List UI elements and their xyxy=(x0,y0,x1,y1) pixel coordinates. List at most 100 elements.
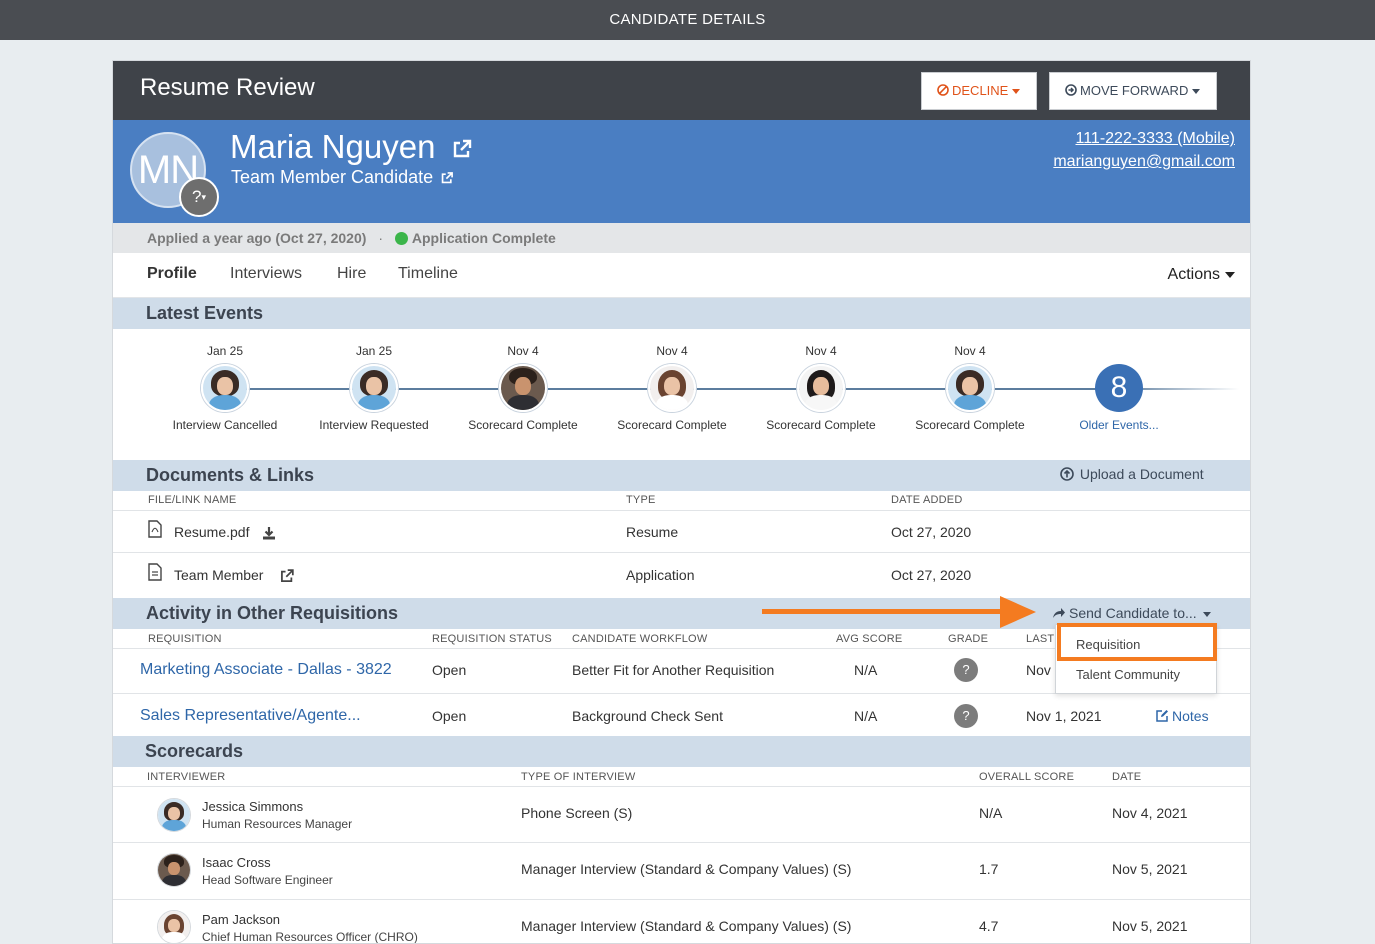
interviewer-name: Isaac Cross xyxy=(202,855,271,870)
external-link-icon[interactable] xyxy=(279,568,295,584)
col-overall-score: OVERALL SCORE xyxy=(979,771,1075,783)
candidate-phone-link[interactable]: 111-222-3333 (Mobile) xyxy=(1076,130,1236,148)
last-activity: Nov 1, 2021 xyxy=(1026,708,1102,724)
decline-button[interactable]: DECLINE xyxy=(921,72,1037,110)
caret-down-icon xyxy=(1225,271,1235,278)
col-date-added: DATE ADDED xyxy=(891,494,963,506)
divider xyxy=(113,510,1250,511)
requisition-link[interactable]: Sales Representative/Agente... xyxy=(140,707,361,725)
older-events-button[interactable]: 8 Older Events... xyxy=(1049,344,1189,432)
grade-badge: ? xyxy=(954,658,978,682)
older-events-count: 8 xyxy=(1095,364,1143,412)
divider xyxy=(113,842,1250,843)
event-date: Jan 25 xyxy=(206,344,244,358)
send-candidate-label: Send Candidate to... xyxy=(1069,605,1197,621)
tab-profile[interactable]: Profile xyxy=(147,265,197,283)
external-link-icon[interactable] xyxy=(451,138,473,160)
overall-score: 1.7 xyxy=(979,861,999,877)
scorecard-date: Nov 5, 2021 xyxy=(1112,918,1188,934)
annotation-arrow-head xyxy=(1000,596,1036,628)
timeline-event[interactable]: Nov 4 Scorecard Complete xyxy=(751,344,891,432)
page-title: CANDIDATE DETAILS xyxy=(609,11,766,28)
profile-tabs: Profile Interviews Hire Timeline Actions xyxy=(113,253,1250,298)
tab-hire[interactable]: Hire xyxy=(337,265,366,283)
upload-circle-icon xyxy=(1060,467,1074,481)
col-avg-score: AVG SCORE xyxy=(836,633,903,645)
chevron-down-icon xyxy=(1202,611,1211,617)
file-type: Resume xyxy=(626,524,679,540)
external-link-icon[interactable] xyxy=(440,171,454,185)
tab-timeline[interactable]: Timeline xyxy=(398,265,458,283)
col-type: TYPE xyxy=(626,494,656,506)
col-grade: GRADE xyxy=(948,633,989,645)
stage-title: Resume Review xyxy=(140,74,315,101)
col-interviewer: INTERVIEWER xyxy=(147,771,226,783)
event-date: Nov 4 xyxy=(954,344,986,358)
tab-interviews[interactable]: Interviews xyxy=(230,265,302,283)
col-type-of-interview: TYPE OF INTERVIEW xyxy=(521,771,636,783)
upload-document-button[interactable]: Upload a Document xyxy=(1060,466,1204,482)
candidate-email-link[interactable]: marianguyen@gmail.com xyxy=(1053,153,1235,171)
divider xyxy=(113,899,1250,900)
menu-item-talent-community[interactable]: Talent Community xyxy=(1076,667,1180,682)
timeline-event[interactable]: Nov 4 Scorecard Complete xyxy=(602,344,742,432)
avatar-menu-button[interactable]: ?▾ xyxy=(179,177,219,217)
grade-badge: ? xyxy=(954,704,978,728)
file-date: Oct 27, 2020 xyxy=(891,524,972,540)
annotation-arrow xyxy=(762,609,1002,614)
scorecards-header: Scorecards xyxy=(113,736,1250,767)
documents-header: Documents & Links Upload a Document xyxy=(113,460,1250,491)
older-events-link[interactable]: Older Events... xyxy=(1049,418,1189,432)
requisition-link[interactable]: Marketing Associate - Dallas - 3822 xyxy=(140,661,392,679)
event-label: Scorecard Complete xyxy=(766,418,876,432)
last-activity: Nov xyxy=(1026,662,1051,678)
download-icon[interactable] xyxy=(262,526,276,540)
event-date: Nov 4 xyxy=(805,344,837,358)
interviewer-name: Jessica Simmons xyxy=(202,799,304,814)
col-date: DATE xyxy=(1112,771,1142,783)
woman-dark-hair-avatar xyxy=(797,364,845,412)
file-date: Oct 27, 2020 xyxy=(891,567,972,583)
requisition-status: Open xyxy=(432,708,467,724)
share-arrow-icon xyxy=(1053,608,1065,618)
page-topbar: CANDIDATE DETAILS xyxy=(0,0,1375,40)
timeline-event[interactable]: Jan 25 Interview Cancelled xyxy=(155,344,295,432)
scorecards-title: Scorecards xyxy=(145,741,244,761)
candidate-card: Resume Review DECLINE MOVE FORWARD MN ?▾… xyxy=(112,60,1251,944)
woman-glasses-avatar xyxy=(350,364,398,412)
scorecard-date: Nov 5, 2021 xyxy=(1112,861,1188,877)
scorecard-date: Nov 4, 2021 xyxy=(1112,805,1188,821)
decline-label: DECLINE xyxy=(952,83,1009,98)
divider xyxy=(113,786,1250,787)
overall-score: 4.7 xyxy=(979,918,999,934)
actions-menu-button[interactable]: Actions xyxy=(1168,266,1235,284)
move-forward-button[interactable]: MOVE FORWARD xyxy=(1049,72,1217,110)
file-name-link[interactable]: Resume.pdf xyxy=(174,524,249,540)
file-name-link[interactable]: Team Member xyxy=(174,567,263,583)
application-status: Application Complete xyxy=(411,230,556,246)
send-candidate-to-button[interactable]: Send Candidate to... xyxy=(1052,605,1211,621)
event-label: Scorecard Complete xyxy=(468,418,578,432)
woman-long-hair-avatar xyxy=(157,910,191,943)
chevron-down-icon xyxy=(1012,89,1021,95)
candidate-name-text: Maria Nguyen xyxy=(230,128,436,165)
candidate-header: MN ?▾ Maria Nguyen Team Member Candidate… xyxy=(113,120,1250,223)
actions-label: Actions xyxy=(1167,266,1220,283)
event-label: Interview Requested xyxy=(319,418,429,432)
timeline-event[interactable]: Nov 4 Scorecard Complete xyxy=(900,344,1040,432)
requisition-highlight-box xyxy=(1057,623,1217,661)
avg-score: N/A xyxy=(854,708,878,724)
notes-button[interactable]: Notes xyxy=(1156,708,1209,724)
candidate-role[interactable]: Team Member Candidate xyxy=(231,167,454,188)
ban-icon xyxy=(937,84,949,96)
col-file-name: FILE/LINK NAME xyxy=(148,494,237,506)
woman-glasses-avatar xyxy=(201,364,249,412)
overall-score: N/A xyxy=(979,805,1003,821)
notes-icon xyxy=(1156,710,1168,722)
event-label: Scorecard Complete xyxy=(617,418,727,432)
timeline-event[interactable]: Jan 25 Interview Requested xyxy=(304,344,444,432)
interviewer-title: Human Resources Manager xyxy=(202,817,353,831)
application-status-bar: Applied a year ago (Oct 27, 2020) · Appl… xyxy=(113,223,1250,253)
timeline-event[interactable]: Nov 4 Scorecard Complete xyxy=(453,344,593,432)
candidate-name[interactable]: Maria Nguyen xyxy=(230,128,473,166)
